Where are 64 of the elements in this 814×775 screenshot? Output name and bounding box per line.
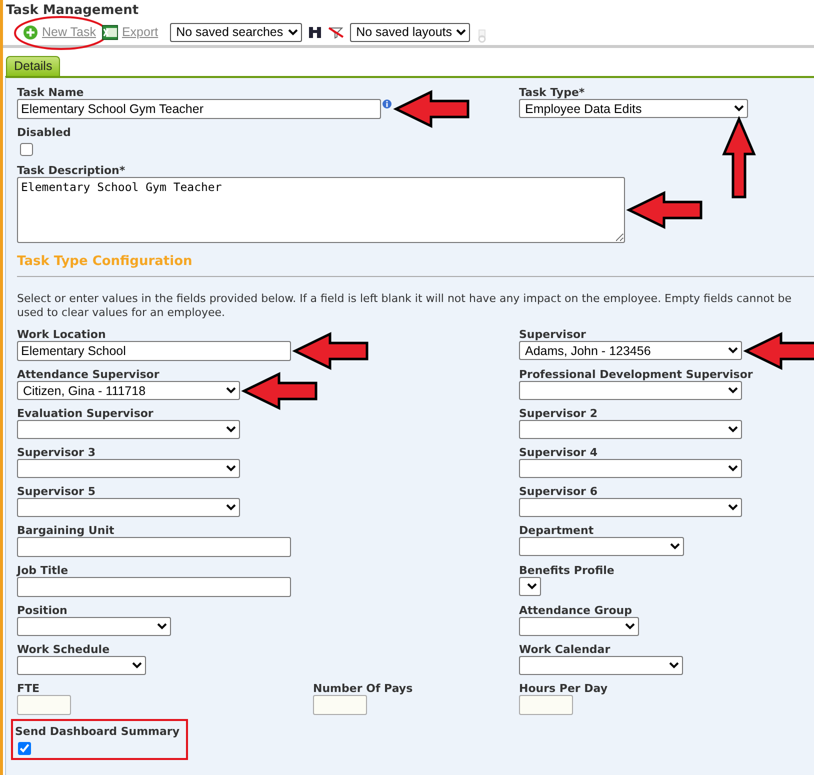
dropdown-field[interactable] bbox=[519, 656, 683, 675]
field-label: Supervisor 5 bbox=[17, 485, 96, 498]
field-label: Supervisor bbox=[519, 328, 586, 341]
plus-icon[interactable] bbox=[23, 24, 38, 40]
binoculars-icon[interactable] bbox=[308, 25, 322, 39]
dropdown-field[interactable] bbox=[519, 459, 742, 478]
page-title: Task Management bbox=[5, 2, 140, 19]
field-label: FTE bbox=[17, 682, 40, 695]
dropdown-field[interactable] bbox=[519, 498, 742, 517]
details-tab[interactable]: Details bbox=[6, 56, 60, 76]
field-label: Task Description* bbox=[17, 164, 126, 177]
dropdown-field[interactable] bbox=[519, 381, 742, 400]
dropdown-field[interactable] bbox=[17, 420, 240, 439]
field-label: Work Calendar bbox=[519, 643, 610, 656]
field-label: Work Location bbox=[17, 328, 106, 341]
input-field[interactable] bbox=[519, 695, 573, 715]
instructions-text: Select or enter values in the fields provided below. If a field is left blank it will not have any impact on the employee. Empty fields cannot be used to clear values for an employee. bbox=[17, 292, 793, 320]
dropdown-field[interactable] bbox=[519, 617, 639, 636]
checkbox[interactable] bbox=[18, 742, 31, 755]
input-field[interactable] bbox=[17, 577, 291, 597]
dropdown-field[interactable]: Adams, John - 123456 bbox=[519, 341, 742, 360]
dropdown-field[interactable]: No saved layouts bbox=[350, 22, 470, 42]
field-label: Task Name bbox=[17, 86, 84, 99]
field-label: Professional Development Supervisor bbox=[519, 368, 753, 381]
input-field[interactable]: Elementary School Gym Teacher bbox=[17, 99, 381, 119]
dropdown-field[interactable]: Employee Data Edits bbox=[519, 99, 748, 118]
text-area[interactable]: Elementary School Gym Teacher bbox=[17, 177, 625, 243]
field-label: Department bbox=[519, 524, 594, 537]
dropdown-field[interactable]: No saved searches bbox=[170, 22, 302, 42]
field-label: Disabled bbox=[17, 126, 71, 139]
section-heading: Task Type Configuration bbox=[17, 253, 194, 271]
dropdown-field[interactable] bbox=[17, 617, 171, 636]
field-label: Work Schedule bbox=[17, 643, 110, 656]
field-label: Job Title bbox=[17, 564, 68, 577]
field-label: Hours Per Day bbox=[519, 682, 608, 695]
field-label: Evaluation Supervisor bbox=[17, 407, 154, 420]
checkbox[interactable] bbox=[20, 143, 33, 156]
field-label: Position bbox=[17, 604, 68, 617]
info-icon[interactable] bbox=[382, 99, 392, 109]
input-field[interactable]: Elementary School bbox=[17, 341, 291, 361]
dropdown-field[interactable] bbox=[519, 577, 541, 596]
field-label: Number Of Pays bbox=[313, 682, 413, 695]
field-label: Supervisor 6 bbox=[519, 485, 598, 498]
dropdown-field[interactable] bbox=[519, 420, 742, 439]
field-label: Task Type* bbox=[519, 86, 585, 99]
input-field[interactable] bbox=[17, 695, 71, 715]
export-link[interactable]: Export bbox=[122, 24, 158, 40]
input-field[interactable] bbox=[313, 695, 367, 715]
input-field[interactable] bbox=[17, 537, 291, 557]
dropdown-field[interactable] bbox=[17, 656, 146, 675]
field-label: Supervisor 3 bbox=[17, 446, 96, 459]
field-label: Supervisor 4 bbox=[519, 446, 598, 459]
field-label: Attendance Supervisor bbox=[17, 368, 160, 381]
dropdown-field[interactable]: Citizen, Gina - 111718 bbox=[17, 381, 240, 400]
field-label: Bargaining Unit bbox=[17, 524, 114, 537]
dropdown-field[interactable] bbox=[17, 498, 240, 517]
spreadsheet-icon[interactable] bbox=[102, 24, 118, 40]
field-label: Attendance Group bbox=[519, 604, 632, 617]
field-label: Send Dashboard Summary bbox=[15, 725, 180, 738]
field-label: Supervisor 2 bbox=[519, 407, 598, 420]
filter-off-icon[interactable] bbox=[328, 25, 344, 39]
field-label: Benefits Profile bbox=[519, 564, 614, 577]
dropdown-field[interactable] bbox=[17, 459, 240, 478]
dropdown-field[interactable] bbox=[519, 537, 684, 556]
